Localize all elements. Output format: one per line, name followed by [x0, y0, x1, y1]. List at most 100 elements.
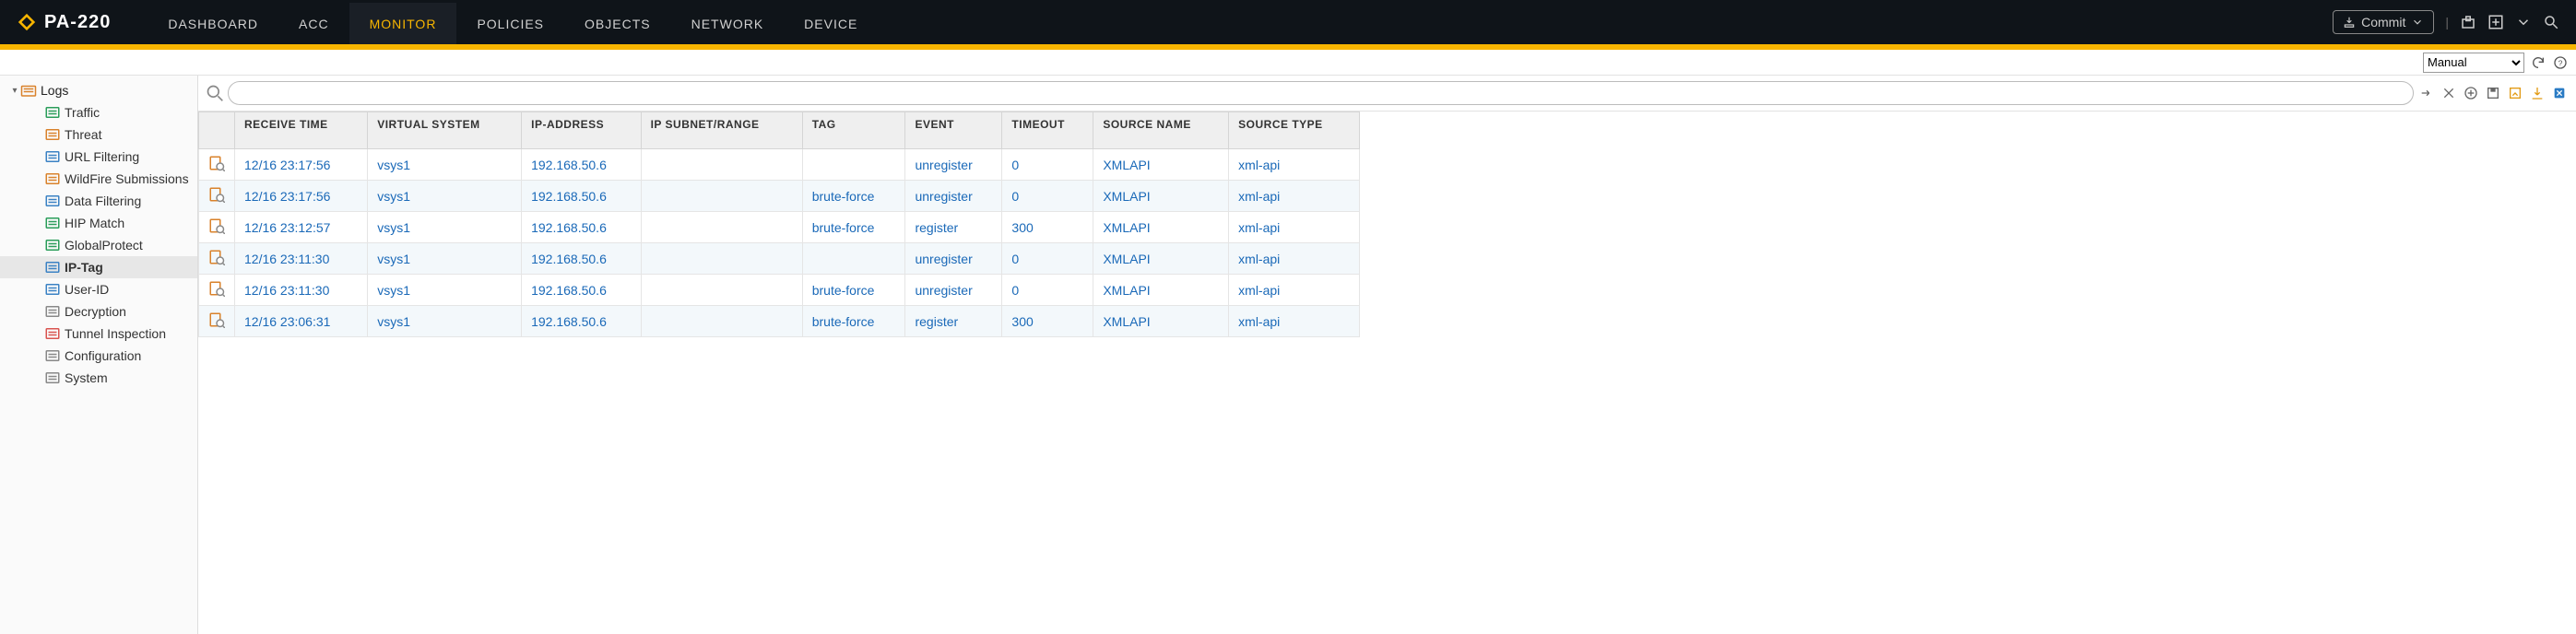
lock-panel-icon[interactable] — [2460, 14, 2476, 30]
add-filter-icon[interactable] — [2462, 86, 2480, 100]
column-header[interactable]: IP SUBNET/RANGE — [641, 112, 802, 149]
sidebar-item-user-id[interactable]: User-ID — [0, 278, 197, 300]
table-cell[interactable] — [199, 243, 235, 275]
sidebar-item-tunnel-inspection[interactable]: Tunnel Inspection — [0, 323, 197, 345]
table-cell[interactable] — [199, 275, 235, 306]
table-cell: 300 — [1002, 212, 1093, 243]
column-header[interactable]: TIMEOUT — [1002, 112, 1093, 149]
commit-icon — [2343, 16, 2356, 29]
table-cell: vsys1 — [368, 212, 522, 243]
table-cell: vsys1 — [368, 181, 522, 212]
nav-item-policies[interactable]: POLICIES — [456, 0, 564, 44]
table-cell: 0 — [1002, 275, 1093, 306]
log-type-icon — [44, 127, 61, 142]
table-row[interactable]: 12/16 23:11:30vsys1192.168.50.6brute-for… — [199, 275, 1360, 306]
sidebar-item-system[interactable]: System — [0, 367, 197, 389]
chevron-down-icon[interactable] — [2515, 14, 2532, 30]
column-header[interactable]: VIRTUAL SYSTEM — [368, 112, 522, 149]
table-cell: brute-force — [802, 275, 905, 306]
apply-filter-icon[interactable] — [2417, 86, 2436, 100]
sidebar-item-label: IP-Tag — [65, 260, 103, 275]
column-header[interactable]: SOURCE NAME — [1093, 112, 1229, 149]
sidebar-item-wildfire-submissions[interactable]: WildFire Submissions — [0, 168, 197, 190]
log-type-icon — [44, 171, 61, 186]
table-cell — [641, 181, 802, 212]
sidebar-item-data-filtering[interactable]: Data Filtering — [0, 190, 197, 212]
sidebar-item-ip-tag[interactable]: IP-Tag — [0, 256, 197, 278]
log-type-icon — [44, 282, 61, 297]
log-table: RECEIVE TIMEVIRTUAL SYSTEMIP-ADDRESSIP S… — [198, 112, 1360, 337]
table-cell — [641, 149, 802, 181]
content-area: RECEIVE TIMEVIRTUAL SYSTEMIP-ADDRESSIP S… — [198, 76, 2576, 634]
refresh-icon[interactable] — [2530, 54, 2546, 71]
table-row[interactable]: 12/16 23:12:57vsys1192.168.50.6brute-for… — [199, 212, 1360, 243]
brand-name: PA-220 — [44, 12, 111, 33]
log-type-icon — [44, 194, 61, 208]
divider: | — [2445, 15, 2449, 29]
table-cell: unregister — [905, 181, 1002, 212]
sidebar-item-traffic[interactable]: Traffic — [0, 101, 197, 123]
nav-item-device[interactable]: DEVICE — [784, 0, 878, 44]
table-cell[interactable] — [199, 306, 235, 337]
column-header[interactable]: SOURCE TYPE — [1229, 112, 1360, 149]
table-cell: register — [905, 306, 1002, 337]
help-icon[interactable]: ? — [2552, 54, 2569, 71]
refresh-mode-select[interactable]: Manual — [2423, 53, 2524, 73]
nav-item-dashboard[interactable]: DASHBOARD — [148, 0, 278, 44]
table-cell: XMLAPI — [1093, 275, 1229, 306]
sidebar-item-globalprotect[interactable]: GlobalProtect — [0, 234, 197, 256]
tree-root-logs[interactable]: ▾ Logs — [0, 79, 197, 101]
search-icon[interactable] — [2543, 14, 2559, 30]
table-cell[interactable] — [199, 149, 235, 181]
table-row[interactable]: 12/16 23:11:30vsys1192.168.50.6unregiste… — [199, 243, 1360, 275]
close-panel-icon[interactable] — [2550, 86, 2569, 100]
column-header[interactable]: RECEIVE TIME — [235, 112, 368, 149]
table-cell: XMLAPI — [1093, 243, 1229, 275]
column-header[interactable]: IP-ADDRESS — [522, 112, 641, 149]
nav-item-network[interactable]: NETWORK — [671, 0, 785, 44]
sidebar-item-label: WildFire Submissions — [65, 171, 189, 186]
table-cell: xml-api — [1229, 212, 1360, 243]
log-table-container[interactable]: RECEIVE TIMEVIRTUAL SYSTEMIP-ADDRESSIP S… — [198, 112, 2576, 634]
column-header[interactable]: EVENT — [905, 112, 1002, 149]
table-cell: 300 — [1002, 306, 1093, 337]
table-cell — [802, 149, 905, 181]
column-header[interactable] — [199, 112, 235, 149]
load-filter-icon[interactable] — [2506, 86, 2524, 100]
table-cell: 0 — [1002, 243, 1093, 275]
row-detail-icon[interactable] — [208, 217, 225, 234]
table-cell[interactable] — [199, 212, 235, 243]
column-header[interactable]: TAG — [802, 112, 905, 149]
filter-input[interactable] — [228, 81, 2414, 105]
row-detail-icon[interactable] — [208, 186, 225, 203]
sidebar-item-decryption[interactable]: Decryption — [0, 300, 197, 323]
save-filter-icon[interactable] — [2484, 86, 2502, 100]
table-cell: register — [905, 212, 1002, 243]
table-cell: 12/16 23:17:56 — [235, 181, 368, 212]
nav-item-acc[interactable]: ACC — [278, 0, 349, 44]
nav-item-monitor[interactable]: MONITOR — [349, 0, 457, 44]
table-row[interactable]: 12/16 23:17:56vsys1192.168.50.6brute-for… — [199, 181, 1360, 212]
sidebar-item-threat[interactable]: Threat — [0, 123, 197, 146]
sidebar-item-label: Data Filtering — [65, 194, 141, 208]
row-detail-icon[interactable] — [208, 311, 225, 328]
clear-filter-icon[interactable] — [2440, 86, 2458, 100]
sidebar-item-configuration[interactable]: Configuration — [0, 345, 197, 367]
commit-button[interactable]: Commit — [2333, 10, 2434, 34]
table-cell[interactable] — [199, 181, 235, 212]
log-type-icon — [44, 304, 61, 319]
row-detail-icon[interactable] — [208, 249, 225, 265]
save-panel-icon[interactable] — [2487, 14, 2504, 30]
sidebar-item-url-filtering[interactable]: URL Filtering — [0, 146, 197, 168]
export-icon[interactable] — [2528, 86, 2546, 100]
table-row[interactable]: 12/16 23:17:56vsys1192.168.50.6unregiste… — [199, 149, 1360, 181]
row-detail-icon[interactable] — [208, 280, 225, 297]
row-detail-icon[interactable] — [208, 155, 225, 171]
nav-item-objects[interactable]: OBJECTS — [564, 0, 671, 44]
table-cell: brute-force — [802, 212, 905, 243]
table-row[interactable]: 12/16 23:06:31vsys1192.168.50.6brute-for… — [199, 306, 1360, 337]
sidebar-item-label: HIP Match — [65, 216, 124, 230]
table-cell: 0 — [1002, 181, 1093, 212]
sidebar-item-hip-match[interactable]: HIP Match — [0, 212, 197, 234]
sidebar: ▾ Logs TrafficThreatURL Filtering WildFir… — [0, 76, 198, 634]
